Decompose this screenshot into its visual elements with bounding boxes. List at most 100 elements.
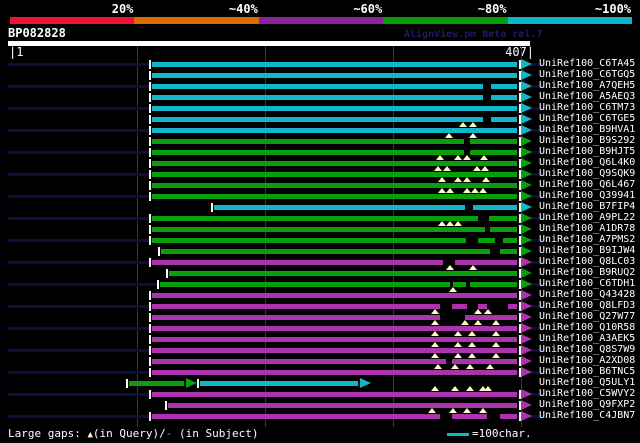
identity-scale-label: ~60% — [353, 2, 383, 16]
bar-start-tick — [149, 115, 151, 124]
query-gap-marker — [474, 320, 482, 325]
query-gap-marker — [438, 188, 446, 193]
query-gap-marker — [466, 364, 474, 369]
subject-gap-dash — [466, 282, 470, 287]
query-gap-marker — [436, 155, 444, 160]
subject-gap-dash — [487, 414, 500, 419]
subject-id-link[interactable]: UniRef100_A3AEK5 — [539, 334, 635, 344]
subject-id-link[interactable]: UniRef100_Q39941 — [539, 191, 635, 201]
query-gap-marker — [482, 177, 490, 182]
subject-id-link[interactable]: UniRef100_B9RUQ2 — [539, 268, 635, 278]
gaps-legend-prefix: Large gaps: — [8, 427, 88, 440]
subject-id-link[interactable]: UniRef100_B9HVA1 — [539, 125, 635, 135]
bar-start-tick — [158, 247, 160, 256]
subject-gap-dash — [478, 216, 489, 221]
subject-gap-dash — [440, 414, 452, 419]
bar-arrowhead — [521, 125, 532, 135]
alignment-bar — [152, 370, 517, 375]
subject-id-link[interactable]: UniRef100_Q10R58 — [539, 323, 635, 333]
bar-arrowhead — [521, 103, 532, 113]
subject-id-link[interactable]: UniRef100_B9HJT5 — [539, 147, 635, 157]
subject-id-link[interactable]: UniRef100_Q5ULY1 — [539, 378, 635, 388]
query-title: BP082828 — [8, 26, 66, 40]
query-gap-marker — [463, 188, 471, 193]
query-gap-marker — [479, 188, 487, 193]
subject-id-link[interactable]: UniRef100_C6TA45 — [539, 59, 635, 69]
subject-id-link[interactable]: UniRef100_Q8LC03 — [539, 257, 635, 267]
subject-id-link[interactable]: UniRef100_B9S292 — [539, 136, 635, 146]
bar-start-tick — [149, 71, 151, 80]
alignment-bar — [152, 106, 517, 111]
subject-id-link[interactable]: UniRef100_Q8LFD3 — [539, 301, 635, 311]
subject-id-link[interactable]: UniRef100_Q9FXP2 — [539, 400, 635, 410]
subject-id-link[interactable]: UniRef100_C6TGQ5 — [539, 70, 635, 80]
query-gap-marker — [469, 133, 477, 138]
bar-start-tick — [149, 60, 151, 69]
subject-id-link[interactable]: UniRef100_A7QEH5 — [539, 81, 635, 91]
subject-id-link[interactable]: UniRef100_Q6L4K0 — [539, 158, 635, 168]
query-gap-marker — [480, 155, 488, 160]
subject-id-link[interactable]: UniRef100_C6TM73 — [539, 103, 635, 113]
bar-arrowhead — [521, 191, 532, 201]
alignment-bar — [152, 414, 517, 419]
identity-scale-segment: ~60% — [258, 2, 384, 24]
alignment-bar — [152, 62, 517, 67]
query-gap-marker — [463, 155, 471, 160]
subject-id-link[interactable]: UniRef100_A5AEQ3 — [539, 92, 635, 102]
query-gap-marker — [486, 364, 494, 369]
subject-id-link[interactable]: UniRef100_Q6L467 — [539, 180, 635, 190]
subject-id-link[interactable]: UniRef100_A9PL22 — [539, 213, 635, 223]
query-gap-marker — [473, 166, 481, 171]
bar-arrowhead — [521, 202, 532, 212]
subject-id-link[interactable]: UniRef100_A2XD08 — [539, 356, 635, 366]
alignment-bar — [169, 271, 517, 276]
alignment-bar — [129, 381, 184, 386]
bar-start-tick — [149, 170, 151, 179]
gaps-legend-suffix: (in Subject) — [172, 427, 259, 440]
subject-id-link[interactable]: UniRef100_Q27W77 — [539, 312, 635, 322]
query-gap-marker — [451, 386, 459, 391]
subject-id-link[interactable]: UniRef100_B6TNC5 — [539, 367, 635, 377]
subject-id-link[interactable]: UniRef100_Q8S7W9 — [539, 345, 635, 355]
bar-start-tick — [149, 126, 151, 135]
subject-id-link[interactable]: UniRef100_C4JBN7 — [539, 411, 635, 421]
subject-id-link[interactable]: UniRef100_Q43428 — [539, 290, 635, 300]
bar-arrowhead — [521, 268, 532, 278]
subject-id-link[interactable]: UniRef100_C5WVY2 — [539, 389, 635, 399]
identity-scale-swatch — [383, 17, 508, 24]
subject-id-link[interactable]: UniRef100_Q9SQK9 — [539, 169, 635, 179]
query-gap-marker — [449, 408, 457, 413]
query-gap-marker — [492, 342, 500, 347]
identity-scale-swatch — [134, 17, 259, 24]
subject-id-link[interactable]: UniRef100_A1DR78 — [539, 224, 635, 234]
bar-arrowhead — [521, 290, 532, 300]
subject-id-link[interactable]: UniRef100_C6TGE5 — [539, 114, 635, 124]
query-gap-marker — [446, 188, 454, 193]
query-gap-marker — [446, 221, 454, 226]
subject-id-link[interactable]: UniRef100_C6TDH1 — [539, 279, 635, 289]
bar-arrowhead — [521, 400, 532, 410]
query-gap-marker — [479, 408, 487, 413]
subject-id-link[interactable]: UniRef100_B7FIP4 — [539, 202, 635, 212]
alignment-bar — [152, 73, 517, 78]
alignment-bar — [152, 139, 517, 144]
app-version-note: AlignView.pm Beta rel.7 — [404, 29, 543, 40]
bar-start-tick — [149, 214, 151, 223]
ruler-start-label: |1 — [9, 45, 24, 59]
identity-scale-segment: 20% — [10, 2, 135, 24]
scale-bar-label: =100char. — [472, 427, 532, 440]
bar-arrowhead — [521, 136, 532, 146]
bar-start-tick — [165, 401, 167, 410]
bar-start-tick — [149, 302, 151, 311]
subject-id-link[interactable]: UniRef100_A7PMS2 — [539, 235, 635, 245]
query-gap-marker — [454, 177, 462, 182]
query-gap-marker — [438, 177, 446, 182]
query-gap-marker — [438, 221, 446, 226]
bar-arrowhead — [521, 356, 532, 366]
bar-start-tick — [149, 192, 151, 201]
subject-id-link[interactable]: UniRef100_B9IJW4 — [539, 246, 635, 256]
bar-start-tick — [157, 280, 159, 289]
alignment-bar — [152, 337, 517, 342]
alignview-screen: 20% ~40% ~60% ~80% ~100% BP082828 AlignView.… — [0, 0, 640, 443]
bar-start-tick — [149, 148, 151, 157]
